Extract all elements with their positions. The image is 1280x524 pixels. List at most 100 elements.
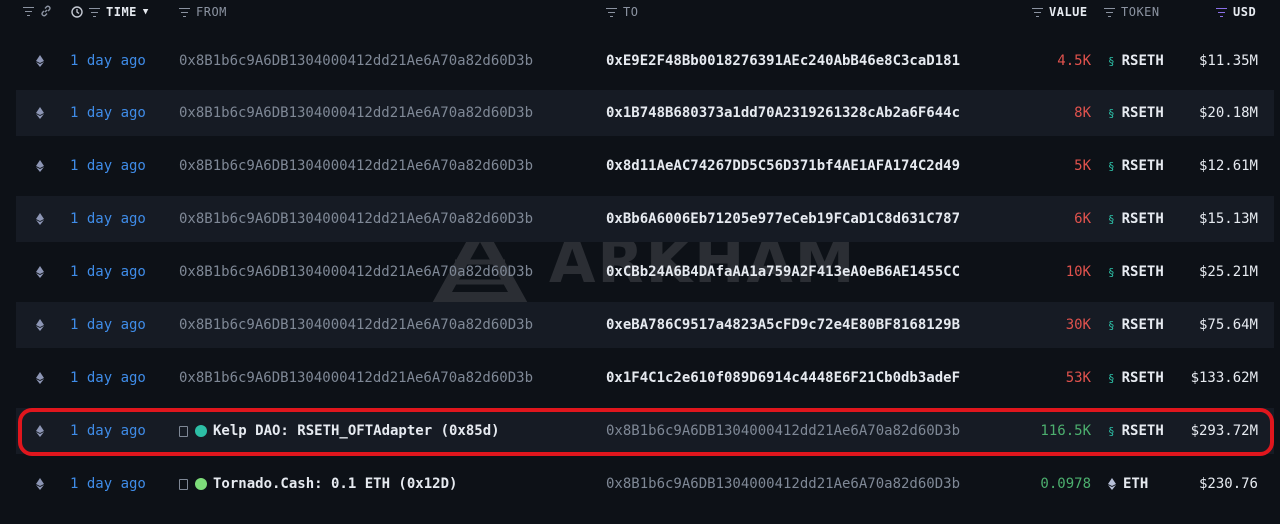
table-row[interactable]: 1 day ago 0x8B1b6c9A6DB1304000412dd21Ae6A… [16,38,1274,84]
filter-icon [1216,7,1227,17]
token[interactable]: § RSETH [1108,143,1164,189]
token[interactable]: § RSETH [1108,90,1164,136]
token[interactable]: § RSETH [1108,196,1164,242]
chain-ethereum-icon [36,355,44,401]
token[interactable]: § RSETH [1108,249,1164,295]
rseth-icon: § [1108,265,1115,279]
chain-ethereum-icon [36,196,44,242]
table-row[interactable]: 1 day ago Tornado.Cash: 0.1 ETH (0x12D) 0x… [16,461,1274,507]
time-link[interactable]: 1 day ago [70,249,146,295]
chain-ethereum-icon [36,143,44,189]
time-link[interactable]: 1 day ago [70,143,146,189]
token[interactable]: § RSETH [1108,38,1164,84]
usd-value: $12.61M [1198,158,1258,174]
from-address-text: 0x8B1b6c9A6DB1304000412dd21Ae6A70a82d60D… [179,53,534,69]
from-address-text: 0x8B1b6c9A6DB1304000412dd21Ae6A70a82d60D… [179,317,534,333]
to-address[interactable]: 0xBb6A6006Eb71205e977eCeb19FCaD1C8d631C7… [606,196,960,242]
header-usd[interactable]: USD [1216,5,1256,19]
transfer-value: 8K [1074,105,1091,121]
filter-icon [1032,7,1043,17]
to-address[interactable]: 0x1F4C1c2e610f089D6914c4448E6F21Cb0db3ad… [606,355,960,401]
rseth-icon: § [1108,371,1115,385]
token[interactable]: § RSETH [1108,302,1164,348]
from-address[interactable]: 0x8B1b6c9A6DB1304000412dd21Ae6A70a82d60D… [179,38,533,84]
rseth-icon: § [1108,54,1115,68]
from-address-text: 0x8B1b6c9A6DB1304000412dd21Ae6A70a82d60D… [179,105,534,121]
time-link[interactable]: 1 day ago [70,461,146,507]
usd-value: $230.76 [1198,476,1258,492]
from-address-text: 0x8B1b6c9A6DB1304000412dd21Ae6A70a82d60D… [179,264,534,280]
from-address[interactable]: 0x8B1b6c9A6DB1304000412dd21Ae6A70a82d60D… [179,355,533,401]
header-link-filter[interactable] [23,5,52,17]
time-link[interactable]: 1 day ago [70,196,146,242]
usd-value: $20.18M [1198,105,1258,121]
header-value[interactable]: VALUE [1032,5,1088,19]
rseth-icon: § [1108,106,1115,120]
token-symbol: RSETH [1121,317,1164,333]
from-address[interactable]: 0x8B1b6c9A6DB1304000412dd21Ae6A70a82d60D… [179,90,533,136]
usd-value: $11.35M [1198,53,1258,69]
header-to[interactable]: TO [606,5,638,19]
sort-desc-icon: ▼ [142,7,149,17]
chain-ethereum-icon [36,90,44,136]
from-address-text: 0x8B1b6c9A6DB1304000412dd21Ae6A70a82d60D… [179,370,534,386]
transfer-value: 0.0978 [1040,476,1091,492]
from-address[interactable]: 0x8B1b6c9A6DB1304000412dd21Ae6A70a82d60D… [179,196,533,242]
time-link[interactable]: 1 day ago [70,355,146,401]
clock-icon [71,6,83,18]
transfer-value: 10K [1065,264,1091,280]
header-token-label: TOKEN [1121,5,1160,19]
token-symbol: RSETH [1121,53,1164,69]
tornado-cash-icon [195,478,207,490]
table-row[interactable]: 1 day ago 0x8B1b6c9A6DB1304000412dd21Ae6A… [16,249,1274,295]
header-from[interactable]: FROM [179,5,227,19]
filter-icon [606,7,617,17]
time-link[interactable]: 1 day ago [70,90,146,136]
chain-ethereum-icon [36,249,44,295]
token-symbol: RSETH [1121,105,1164,121]
from-address[interactable]: Tornado.Cash: 0.1 ETH (0x12D) [179,461,457,507]
header-to-label: TO [623,5,639,19]
header-time[interactable]: TIME ▼ [71,5,149,19]
token[interactable]: § RSETH [1108,355,1164,401]
from-address[interactable]: 0x8B1b6c9A6DB1304000412dd21Ae6A70a82d60D… [179,143,533,189]
token-symbol: RSETH [1121,211,1164,227]
filter-icon [23,6,34,16]
from-address[interactable]: 0x8B1b6c9A6DB1304000412dd21Ae6A70a82d60D… [179,302,533,348]
chain-ethereum-icon [36,461,44,507]
table-row[interactable]: 1 day ago 0x8B1b6c9A6DB1304000412dd21Ae6A… [16,302,1274,348]
time-link[interactable]: 1 day ago [70,302,146,348]
transfer-value: 6K [1074,211,1091,227]
to-address[interactable]: 0xE9E2F48Bb0018276391AEc240AbB46e8C3caD1… [606,38,960,84]
transfer-value: 4.5K [1057,53,1091,69]
table-row[interactable]: 1 day ago 0x8B1b6c9A6DB1304000412dd21Ae6A… [16,355,1274,401]
token-symbol: ETH [1123,476,1149,492]
time-link[interactable]: 1 day ago [70,38,146,84]
table-row[interactable]: 1 day ago 0x8B1b6c9A6DB1304000412dd21Ae6A… [16,90,1274,136]
table-row[interactable]: 1 day ago 0x8B1b6c9A6DB1304000412dd21Ae6A… [16,196,1274,242]
token-symbol: RSETH [1121,370,1164,386]
from-address-text: 0x8B1b6c9A6DB1304000412dd21Ae6A70a82d60D… [179,158,534,174]
usd-value: $133.62M [1190,370,1258,386]
header-value-label: VALUE [1049,5,1088,19]
to-address[interactable]: 0x8d11AeAC74267DD5C56D371bf4AE1AFA174C2d… [606,143,960,189]
link-icon [41,5,51,17]
from-address[interactable]: 0x8B1b6c9A6DB1304000412dd21Ae6A70a82d60D… [179,249,533,295]
usd-value: $25.21M [1198,264,1258,280]
rseth-icon: § [1108,318,1115,332]
to-address[interactable]: 0x1B748B680373a1dd70A2319261328cAb2a6F64… [606,90,960,136]
rseth-icon: § [1108,212,1115,226]
to-address[interactable]: 0xeBA786C9517a4823A5cFD9c72e4E80BF816812… [606,302,960,348]
transfer-value: 5K [1074,158,1091,174]
highlight-box [18,408,1274,456]
to-address[interactable]: 0x8B1b6c9A6DB1304000412dd21Ae6A70a82d60D… [606,461,960,507]
header-token[interactable]: TOKEN [1104,5,1160,19]
token[interactable]: ETH [1108,461,1148,507]
rseth-icon: § [1108,159,1115,173]
filter-icon [89,7,100,17]
filter-icon [1104,7,1115,17]
table-row[interactable]: 1 day ago 0x8B1b6c9A6DB1304000412dd21Ae6A… [16,143,1274,189]
to-address[interactable]: 0xCBb24A6B4DAfaAA1a759A2F413eA0eB6AE1455… [606,249,960,295]
header-time-label: TIME [106,5,137,19]
chain-ethereum-icon [36,38,44,84]
